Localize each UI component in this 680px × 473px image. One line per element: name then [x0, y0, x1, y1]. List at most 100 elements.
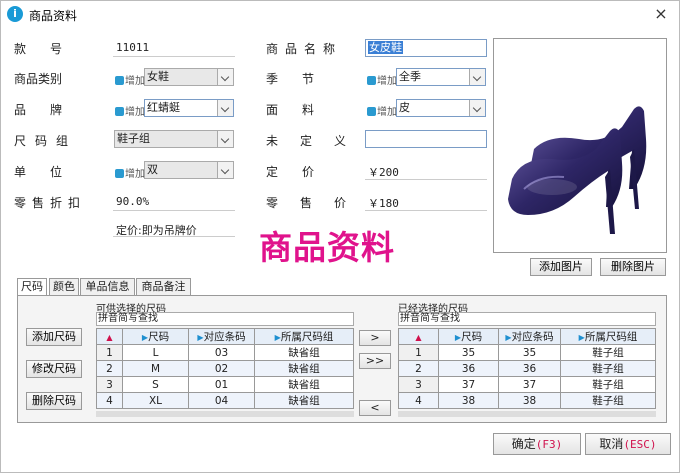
discount-value: 90.0% — [116, 195, 150, 208]
label-discount-text: 零售折扣 — [14, 196, 87, 210]
table-cell: 4 — [398, 392, 439, 409]
table-cell: 4 — [96, 392, 123, 409]
col-size: 尺码 — [148, 331, 170, 343]
add-unit-text: 增加 — [125, 169, 145, 180]
add-category-link[interactable]: 增加 — [115, 72, 145, 87]
table-cell: 鞋子组 — [560, 376, 656, 393]
table-cell: 1 — [398, 344, 439, 361]
label-code-text: 款 号 — [14, 42, 63, 56]
col-group: 所属尺码组 — [584, 331, 638, 343]
size-group-value: 鞋子组 — [117, 132, 150, 145]
undefined-input[interactable] — [365, 130, 487, 148]
brand-select[interactable]: 红蜻蜓 — [144, 99, 234, 117]
tab-product-note[interactable]: 商品备注 — [136, 278, 191, 296]
table-cell: 36 — [438, 360, 499, 377]
selected-sizes-table: ▲ ▶尺码 ▶对应条码 ▶所属尺码组 1 35 35 鞋子组 2 36 36 鞋子组 3 37… — [398, 328, 656, 409]
table-row[interactable]: 4 38 38 鞋子组 — [398, 392, 656, 409]
size-group-select[interactable]: 鞋子组 — [114, 130, 234, 148]
left-search-input[interactable]: 拼音简写查找 — [96, 312, 354, 326]
name-value: 女皮鞋 — [368, 41, 403, 54]
table-cell: 35 — [438, 344, 499, 361]
label-retail-text: 零售价 — [266, 196, 369, 210]
label-material: 面 料 — [266, 103, 315, 117]
brand-value: 红蜻蜓 — [147, 101, 180, 114]
unit-select[interactable]: 双 — [144, 161, 234, 179]
table-row[interactable]: 3 S 01 缺省组 — [96, 376, 354, 393]
cancel-label: 取消 — [599, 437, 624, 451]
label-category: 商品类别 — [14, 72, 63, 86]
table-cell: 04 — [188, 392, 255, 409]
add-season-link[interactable]: 增加 — [367, 72, 397, 87]
label-season: 季 节 — [266, 72, 315, 86]
name-input[interactable]: 女皮鞋 — [365, 39, 487, 57]
code-value: 11011 — [116, 41, 150, 54]
add-size-button[interactable]: 添加尺码 — [26, 328, 82, 346]
table-row[interactable]: 3 37 37 鞋子组 — [398, 376, 656, 393]
chevron-down-icon[interactable] — [217, 69, 233, 85]
sort-icon: ▲ — [415, 332, 422, 342]
col-barcode: 对应条码 — [511, 331, 554, 343]
table-cell: 37 — [498, 376, 561, 393]
add-category-text: 增加 — [125, 76, 145, 87]
shoe-image — [508, 106, 647, 234]
left-scrollbar[interactable] — [96, 411, 354, 417]
tab-item-info[interactable]: 单品信息 — [80, 278, 135, 296]
add-icon — [115, 169, 124, 178]
label-brand: 品 牌 — [14, 103, 63, 117]
add-icon — [115, 107, 124, 116]
label-size-group-text: 尺码组 — [14, 134, 78, 148]
add-icon — [367, 76, 376, 85]
table-cell: 缺省组 — [254, 360, 354, 377]
move-left-button[interactable]: < — [359, 400, 391, 416]
table-row[interactable]: 2 M 02 缺省组 — [96, 360, 354, 377]
table-cell: M — [122, 360, 189, 377]
add-image-button[interactable]: 添加图片 — [530, 258, 592, 276]
edit-size-button[interactable]: 修改尺码 — [26, 360, 82, 378]
right-search-input[interactable]: 拼音简写查找 — [398, 312, 656, 326]
delete-image-button[interactable]: 删除图片 — [600, 258, 666, 276]
col-size: 尺码 — [461, 331, 483, 343]
product-dialog: i 商品资料 × 款 号 11011 商品类别 增加 女鞋 品 牌 增加 红蜻蜓… — [0, 0, 680, 473]
available-sizes-table: ▲ ▶尺码 ▶对应条码 ▶所属尺码组 1 L 03 缺省组 2 M 02 缺省组 3 S 01 缺… — [96, 328, 354, 409]
col-group: 所属尺码组 — [280, 331, 334, 343]
table-cell: S — [122, 376, 189, 393]
table-cell: 03 — [188, 344, 255, 361]
category-value: 女鞋 — [147, 70, 169, 83]
table-row[interactable]: 1 35 35 鞋子组 — [398, 344, 656, 361]
chevron-down-icon[interactable] — [217, 100, 233, 116]
cancel-button[interactable]: 取消(ESC) — [585, 433, 671, 455]
retail-value: ￥180 — [368, 197, 399, 210]
chevron-down-icon[interactable] — [469, 100, 485, 116]
close-icon[interactable]: × — [651, 4, 671, 24]
add-unit-link[interactable]: 增加 — [115, 165, 145, 180]
label-price: 定 价 — [266, 165, 315, 179]
chevron-down-icon[interactable] — [217, 131, 233, 147]
chevron-down-icon[interactable] — [469, 69, 485, 85]
tab-color[interactable]: 颜色 — [49, 278, 79, 296]
material-select[interactable]: 皮 — [396, 99, 486, 117]
table-row[interactable]: 2 36 36 鞋子组 — [398, 360, 656, 377]
add-material-link[interactable]: 增加 — [367, 103, 397, 118]
add-icon — [367, 107, 376, 116]
add-icon — [115, 76, 124, 85]
add-brand-link[interactable]: 增加 — [115, 103, 145, 118]
table-cell: XL — [122, 392, 189, 409]
table-cell: 缺省组 — [254, 344, 354, 361]
move-right-button[interactable]: > — [359, 330, 391, 346]
table-row[interactable]: 4 XL 04 缺省组 — [96, 392, 354, 409]
table-cell: 2 — [398, 360, 439, 377]
move-all-right-button[interactable]: >> — [359, 353, 391, 369]
table-row[interactable]: 1 L 03 缺省组 — [96, 344, 354, 361]
table-cell: 缺省组 — [254, 376, 354, 393]
table-cell: 38 — [498, 392, 561, 409]
ok-button[interactable]: 确定(F3) — [493, 433, 581, 455]
category-select[interactable]: 女鞋 — [144, 68, 234, 86]
right-scrollbar[interactable] — [398, 411, 656, 417]
label-name-text: 商品名称 — [266, 42, 343, 56]
season-select[interactable]: 全季 — [396, 68, 486, 86]
add-material-text: 增加 — [377, 107, 397, 118]
label-unit: 单 位 — [14, 165, 63, 179]
delete-size-button[interactable]: 删除尺码 — [26, 392, 82, 410]
chevron-down-icon[interactable] — [217, 162, 233, 178]
ok-shortcut: (F3) — [535, 438, 563, 451]
